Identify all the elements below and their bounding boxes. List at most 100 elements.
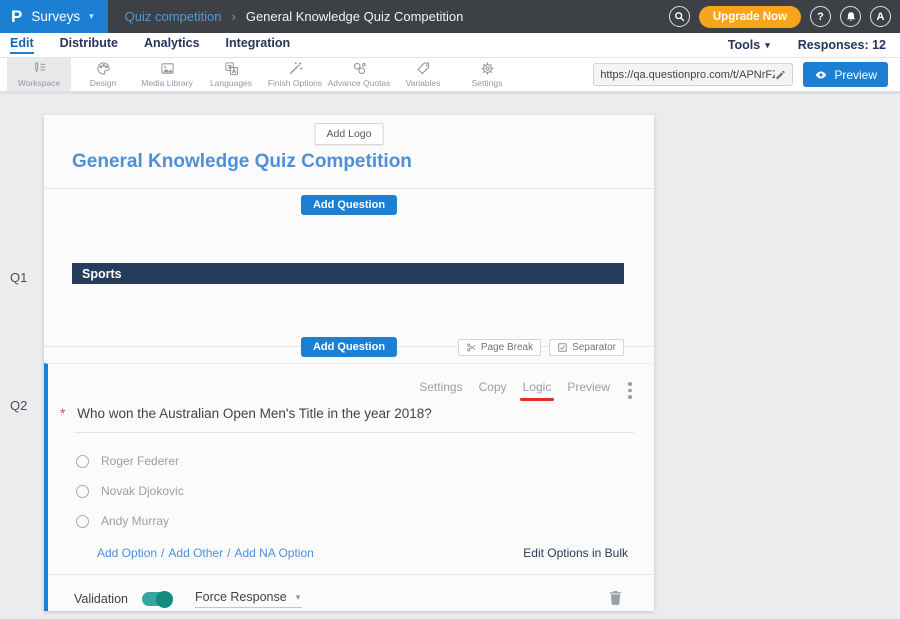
- q2-preview-link[interactable]: Preview: [567, 380, 610, 394]
- answer-option[interactable]: Andy Murray: [76, 514, 169, 528]
- topbar: P Surveys ▾ Quiz competition › General K…: [0, 0, 900, 33]
- option-links-row: Add Option / Add Other / Add NA Option E…: [97, 546, 628, 560]
- q2-actions: Settings Copy Logic Preview: [419, 380, 610, 394]
- q1-section-title: Sports: [82, 267, 122, 281]
- insert-controls: Page Break Separator: [458, 339, 624, 356]
- magic-wand-icon: [288, 61, 303, 76]
- navbar-right: Tools ▾ Responses: 12: [728, 38, 890, 52]
- trash-icon: [609, 590, 622, 605]
- toolbar-item-label: Finish Options: [268, 78, 322, 88]
- upgrade-now-button[interactable]: Upgrade Now: [699, 6, 801, 28]
- q2-settings-link[interactable]: Settings: [419, 380, 462, 394]
- survey-url-field[interactable]: https://qa.questionpro.com/t/APNrFZe5: [593, 63, 793, 86]
- chevron-down-icon: ▾: [296, 592, 301, 603]
- toolbar-item-advance-quotas[interactable]: Advance Quotas: [327, 58, 391, 91]
- toolbar-right: https://qa.questionpro.com/t/APNrFZe5 Pr…: [593, 58, 900, 91]
- answer-option[interactable]: Roger Federer: [76, 454, 179, 468]
- validation-row: Validation Force Response ▾: [74, 586, 302, 612]
- breadcrumb-separator-icon: ›: [231, 9, 235, 24]
- toolbar-item-label: Variables: [406, 78, 441, 88]
- toolbar-item-label: Design: [90, 78, 116, 88]
- pencil-icon[interactable]: [775, 69, 786, 81]
- survey-editor: Q1 Q2 Add Logo General Knowledge Quiz Co…: [0, 94, 900, 619]
- delete-question-button[interactable]: [609, 590, 622, 610]
- toolbar-item-label: Settings: [472, 78, 503, 88]
- survey-title[interactable]: General Knowledge Quiz Competition: [72, 151, 412, 173]
- nav-tabs: Edit Distribute Analytics Integration: [10, 36, 290, 54]
- validation-toggle[interactable]: [142, 592, 173, 606]
- q2-copy-link[interactable]: Copy: [479, 380, 507, 394]
- tab-edit[interactable]: Edit: [10, 36, 34, 54]
- add-question-button-mid[interactable]: Add Question: [301, 337, 397, 357]
- question-row: * Who won the Australian Open Men's Titl…: [60, 406, 634, 421]
- edit-toolbar: Workspace Design Media Library Languages…: [0, 58, 900, 94]
- radio-button-icon[interactable]: [76, 455, 89, 468]
- validation-divider: [48, 574, 654, 575]
- help-icon: ?: [817, 11, 824, 23]
- question-text[interactable]: Who won the Australian Open Men's Title …: [77, 406, 432, 421]
- breadcrumb-parent[interactable]: Quiz competition: [125, 9, 222, 24]
- q1-section-header[interactable]: Sports: [72, 263, 624, 284]
- eye-icon: [814, 68, 828, 82]
- add-logo-button[interactable]: Add Logo: [315, 123, 384, 145]
- q1-number: Q1: [10, 270, 27, 285]
- tab-analytics[interactable]: Analytics: [144, 36, 200, 54]
- search-button[interactable]: [669, 6, 690, 27]
- option-label[interactable]: Roger Federer: [101, 454, 179, 468]
- option-label[interactable]: Andy Murray: [101, 514, 169, 528]
- breadcrumb-current: General Knowledge Quiz Competition: [246, 9, 464, 24]
- tab-distribute[interactable]: Distribute: [60, 36, 118, 54]
- add-other-link[interactable]: Add Other: [168, 546, 223, 560]
- chain-links-icon: [352, 61, 367, 76]
- preview-button[interactable]: Preview: [803, 62, 888, 87]
- kebab-menu-icon[interactable]: [628, 382, 632, 402]
- toolbar-item-design[interactable]: Design: [71, 58, 135, 91]
- chevron-down-icon: ▾: [89, 11, 94, 22]
- force-response-value: Force Response: [195, 590, 287, 604]
- tools-label: Tools: [728, 38, 760, 52]
- q2-logic-link[interactable]: Logic: [523, 380, 552, 394]
- chevron-down-icon: ▾: [765, 40, 770, 51]
- toolbar-item-languages[interactable]: Languages: [199, 58, 263, 91]
- radio-button-icon[interactable]: [76, 485, 89, 498]
- gear-icon: [480, 61, 495, 76]
- add-option-link[interactable]: Add Option: [97, 546, 157, 560]
- breadcrumb: Quiz competition › General Knowledge Qui…: [125, 9, 464, 24]
- option-label[interactable]: Novak Djokovic: [101, 484, 184, 498]
- survey-url: https://qa.questionpro.com/t/APNrFZe5: [600, 69, 775, 81]
- tools-menu[interactable]: Tools ▾: [728, 38, 770, 52]
- toolbar-item-label: Advance Quotas: [328, 78, 391, 88]
- title-divider: [44, 188, 654, 189]
- toolbar-item-label: Workspace: [18, 78, 60, 88]
- surveys-menu[interactable]: P Surveys ▾: [0, 0, 108, 33]
- answer-option[interactable]: Novak Djokovic: [76, 484, 184, 498]
- preview-label: Preview: [834, 68, 877, 82]
- scissors-icon: [466, 342, 477, 353]
- page-break-button[interactable]: Page Break: [458, 339, 541, 356]
- palette-icon: [96, 61, 111, 76]
- toolbar-item-media-library[interactable]: Media Library: [135, 58, 199, 91]
- tab-integration[interactable]: Integration: [226, 36, 291, 54]
- responses-count[interactable]: Responses: 12: [798, 38, 886, 52]
- radio-button-icon[interactable]: [76, 515, 89, 528]
- link-separator: /: [227, 546, 230, 560]
- toolbar-item-workspace[interactable]: Workspace: [7, 58, 71, 91]
- avatar[interactable]: A: [870, 6, 891, 27]
- image-icon: [160, 61, 175, 76]
- toolbar-item-label: Languages: [210, 78, 252, 88]
- question-underline: [74, 432, 634, 433]
- toolbar-item-settings[interactable]: Settings: [455, 58, 519, 91]
- add-question-button-top[interactable]: Add Question: [301, 195, 397, 215]
- add-na-option-link[interactable]: Add NA Option: [234, 546, 313, 560]
- separator-button[interactable]: Separator: [549, 339, 624, 356]
- toolbar-item-finish-options[interactable]: Finish Options: [263, 58, 327, 91]
- survey-card: Add Logo General Knowledge Quiz Competit…: [44, 115, 654, 611]
- tag-icon: [416, 61, 431, 76]
- toolbar-item-variables[interactable]: Variables: [391, 58, 455, 91]
- edit-options-in-bulk-link[interactable]: Edit Options in Bulk: [523, 546, 628, 560]
- notifications-button[interactable]: [840, 6, 861, 27]
- force-response-dropdown[interactable]: Force Response ▾: [195, 590, 302, 608]
- search-icon: [673, 10, 686, 23]
- help-button[interactable]: ?: [810, 6, 831, 27]
- page-break-label: Page Break: [481, 342, 533, 353]
